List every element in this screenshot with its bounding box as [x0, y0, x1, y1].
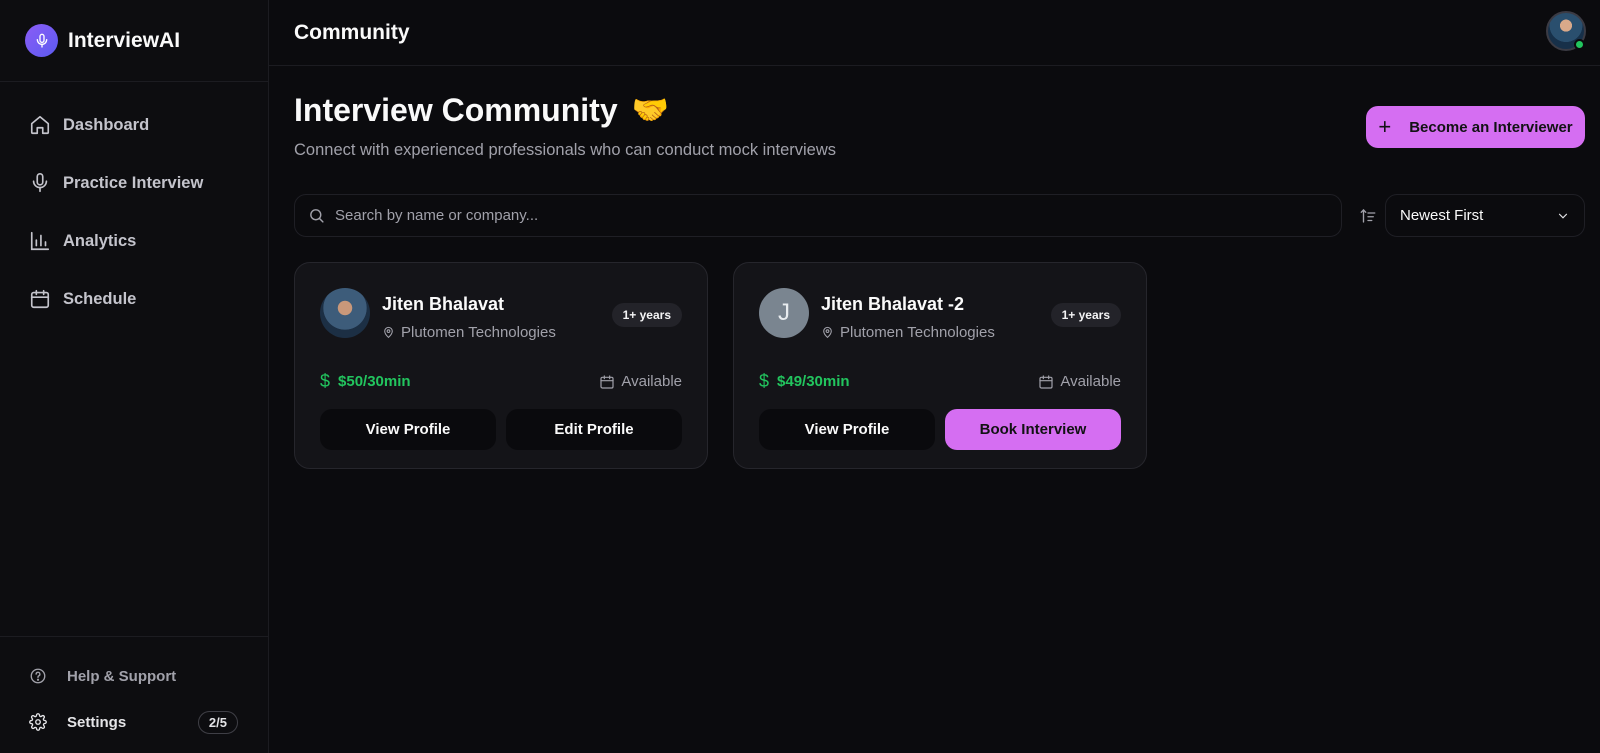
dollar-icon: $ — [320, 371, 331, 391]
sidebar-item-label: Dashboard — [63, 115, 150, 134]
interviewer-cards: Jiten Bhalavat Plutomen Technologies 1+ … — [294, 262, 1585, 469]
help-support-link[interactable]: Help & Support — [0, 653, 268, 699]
mic-icon — [32, 173, 48, 193]
experience-badge: 1+ years — [1050, 303, 1121, 327]
company-label: Plutomen Technologies — [401, 324, 556, 341]
calendar-icon — [600, 374, 614, 389]
help-support-label: Help & Support — [67, 667, 177, 685]
dollar-icon: $ — [759, 371, 770, 391]
edit-profile-button[interactable]: Edit Profile — [506, 409, 682, 450]
interviewer-card: J Jiten Bhalavat -2 Plutomen Technologie… — [733, 262, 1147, 469]
help-circle-icon — [30, 668, 46, 684]
view-profile-button[interactable]: View Profile — [320, 409, 496, 450]
interviewer-company: Plutomen Technologies — [821, 324, 995, 341]
sidebar-item-practice-interview[interactable]: Practice Interview — [0, 154, 268, 212]
price-info: $ $50/30min — [320, 371, 411, 392]
home-icon — [30, 115, 50, 135]
become-interviewer-label: Become an Interviewer — [1409, 118, 1573, 136]
handshake-icon: 🤝 — [631, 94, 669, 127]
settings-link[interactable]: Settings 2/5 — [0, 699, 268, 745]
sidebar-item-analytics[interactable]: Analytics — [0, 212, 268, 270]
price-info: $ $49/30min — [759, 371, 850, 392]
sidebar-item-schedule[interactable]: Schedule — [0, 270, 268, 328]
sidebar-item-label: Schedule — [63, 289, 137, 308]
brand[interactable]: InterviewAI — [0, 0, 268, 82]
availability-label: Available — [1060, 373, 1121, 390]
interviewer-name: Jiten Bhalavat — [382, 294, 505, 314]
sort-selected-label: Newest First — [1400, 207, 1484, 224]
gear-icon — [29, 713, 47, 731]
settings-count-badge: 2/5 — [197, 710, 238, 734]
calendar-icon — [1039, 374, 1053, 389]
bar-chart-icon — [30, 231, 50, 251]
main-area: Community Interview Community 🤝 Connect … — [269, 0, 1600, 753]
price-label: $50/30min — [338, 373, 411, 390]
sidebar-item-label: Practice Interview — [63, 173, 204, 192]
sort-order-icon[interactable] — [1359, 207, 1377, 225]
brand-name: InterviewAI — [68, 28, 181, 52]
interviewer-name: Jiten Bhalavat -2 — [821, 294, 965, 314]
availability-label: Available — [621, 373, 682, 390]
location-pin-icon — [823, 326, 832, 339]
user-avatar[interactable] — [1546, 11, 1586, 51]
view-profile-button[interactable]: View Profile — [759, 409, 935, 450]
interviewer-avatar — [320, 288, 370, 338]
page-header-title: Community — [294, 20, 410, 44]
page-title-text: Interview Community — [294, 92, 618, 128]
plus-icon: + — [1378, 114, 1392, 139]
location-pin-icon — [384, 326, 393, 339]
card-info: Jiten Bhalavat Plutomen Technologies — [382, 288, 556, 341]
topbar: Community — [269, 0, 1600, 66]
search-icon — [310, 209, 324, 223]
community-content: Interview Community 🤝 Connect with exper… — [269, 66, 1600, 469]
become-interviewer-button[interactable]: + Become an Interviewer — [1366, 106, 1585, 148]
sidebar: InterviewAI Dashboard Practice Interview… — [0, 0, 269, 753]
sidebar-item-dashboard[interactable]: Dashboard — [0, 96, 268, 154]
interviewer-avatar: J — [759, 288, 809, 338]
book-interview-button[interactable]: Book Interview — [945, 409, 1121, 450]
mic-logo-icon — [25, 24, 58, 57]
sidebar-footer: Help & Support Settings 2/5 — [0, 636, 268, 753]
sidebar-item-label: Analytics — [63, 231, 137, 250]
card-info: Jiten Bhalavat -2 Plutomen Technologies — [821, 288, 995, 341]
search-box[interactable] — [294, 194, 1342, 237]
sort-dropdown[interactable]: Newest First — [1385, 194, 1585, 237]
interviewer-company: Plutomen Technologies — [382, 324, 556, 341]
availability-info: Available — [599, 373, 682, 390]
online-status-dot — [1574, 39, 1585, 50]
availability-info: Available — [1038, 373, 1121, 390]
card-actions: View Profile Edit Profile — [320, 409, 682, 450]
sidebar-nav: Dashboard Practice Interview Analytics S… — [0, 82, 268, 636]
card-actions: View Profile Book Interview — [759, 409, 1121, 450]
price-label: $49/30min — [777, 373, 850, 390]
chevron-down-icon — [1558, 213, 1568, 219]
experience-badge: 1+ years — [611, 303, 682, 327]
calendar-icon — [30, 289, 50, 309]
interviewer-card: Jiten Bhalavat Plutomen Technologies 1+ … — [294, 262, 708, 469]
search-sort-row: Newest First — [294, 194, 1585, 237]
search-input[interactable] — [335, 207, 1285, 224]
settings-label: Settings — [67, 713, 127, 731]
card-meta: $ $49/30min Available — [759, 371, 1121, 392]
card-meta: $ $50/30min Available — [320, 371, 682, 392]
company-label: Plutomen Technologies — [840, 324, 995, 341]
